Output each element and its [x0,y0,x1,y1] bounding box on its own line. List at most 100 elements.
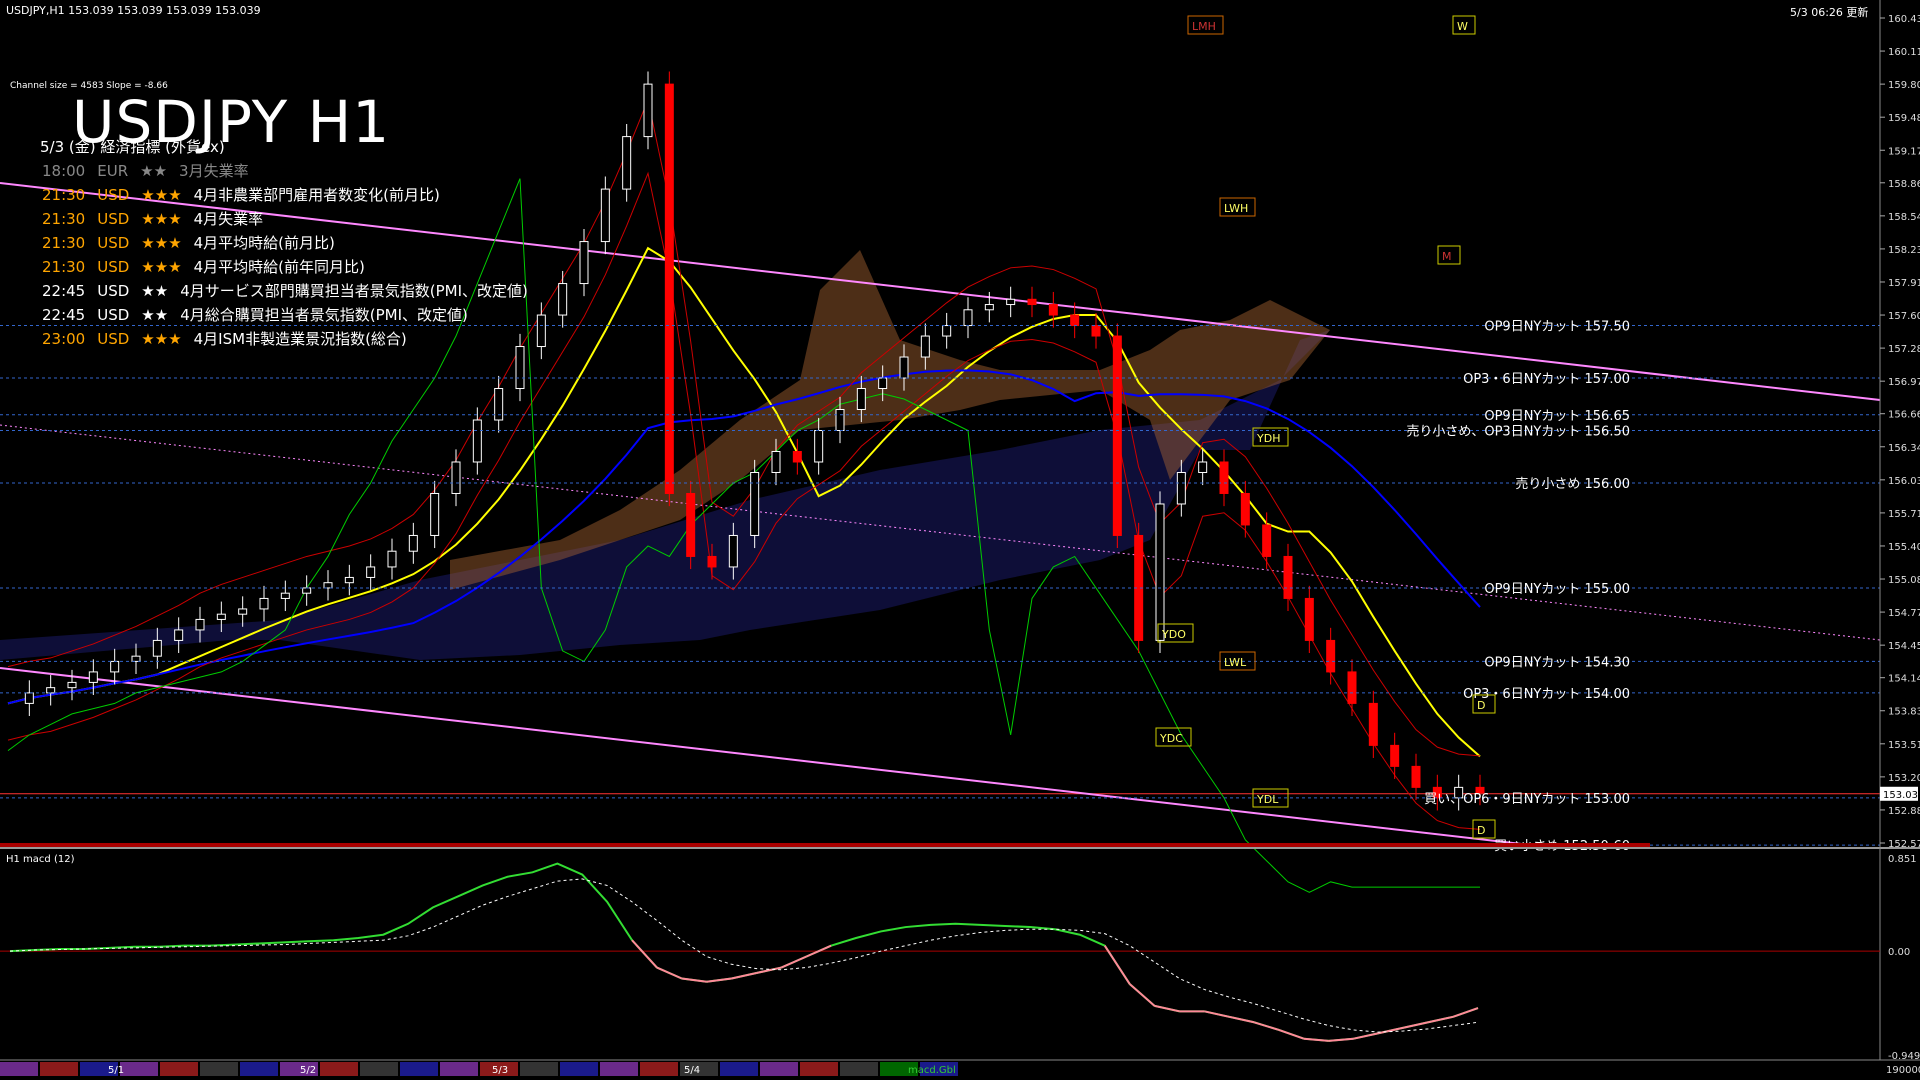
update-time: 5/3 06:26 更新 [1790,6,1869,19]
candle-body [131,655,141,662]
news-event: 4月失業率 [193,210,264,228]
marker-label: W [1457,20,1468,33]
bottom-bar-segment [120,1062,158,1076]
y-tick-label: 160.430 [1888,14,1920,25]
candle-body [814,430,824,463]
date-label: 5/4 [684,1065,700,1076]
news-stars: ★★ [141,306,169,324]
candle-body [238,608,248,615]
news-time: 22:45 [42,282,86,300]
candle-body [878,377,888,390]
y-tick-label: 154.770 [1888,608,1920,619]
symbol-info: USDJPY,H1 153.039 153.039 153.039 153.03… [6,4,261,17]
news-stars: ★★ [140,162,168,180]
candle-body [1091,325,1101,337]
marker-label: D [1477,824,1485,837]
y-tick-label: 157.915 [1888,278,1920,289]
candle-body [942,325,952,337]
news-row: 21:30 USD ★★★ 4月平均時給(前月比) [42,232,347,253]
news-currency: EUR [97,162,129,180]
y-tick-label: 155.400 [1888,542,1920,553]
news-row: 22:45 USD ★★ 4月サービス部門購買担当者景気指数(PMI、改定値) [42,280,540,301]
news-time: 21:30 [42,234,86,252]
news-currency: USD [97,258,130,276]
panel-separator-red [0,843,1650,847]
news-event: 4月平均時給(前月比) [193,234,335,252]
bottom-bar-segment [40,1062,78,1076]
level-label: OP9日NYカット 155.00 [1484,582,1630,597]
marker-label: M [1442,250,1452,263]
candle-body [1176,471,1186,505]
candle-body [1283,555,1293,599]
marker-label: YDL [1256,793,1279,806]
news-currency: USD [97,330,130,348]
news-currency: USD [97,234,130,252]
news-stars: ★★★ [141,258,182,276]
bottom-bar-segment [760,1062,798,1076]
candle-body [515,346,525,390]
y-tick-label: 153.200 [1888,773,1920,784]
bottom-bar-segment [320,1062,358,1076]
candle-body [750,471,760,536]
y-tick-label: 158.860 [1888,179,1920,190]
news-stars: ★★★ [141,210,182,228]
bottom-bar-segment [200,1062,238,1076]
marker-label: YDH [1256,432,1280,445]
news-subtitle: 5/3 (金) 経済指標 (外貨ex) [40,138,225,156]
date-label: 5/2 [300,1065,316,1076]
y-tick-label: 156.345 [1888,443,1920,454]
bottom-bar-segment [640,1062,678,1076]
news-time: 23:00 [42,330,86,348]
news-row: 23:00 USD ★★★ 4月ISM非製造業景況指数(総合) [42,328,419,349]
candle-body [835,409,845,431]
news-event: 4月サービス部門購買担当者景気指数(PMI、改定値) [180,282,528,300]
news-event: 4月ISM非製造業景況指数(総合) [193,330,407,348]
bottom-bar-segment [240,1062,278,1076]
candle-body [408,534,418,552]
candle-body [622,136,632,190]
candle-body [558,283,568,316]
candle-body [1390,744,1400,767]
news-time: 21:30 [42,210,86,228]
candle-body [302,587,312,594]
candle-body [771,450,781,473]
date-label: 5/3 [492,1065,508,1076]
candle-body [1006,298,1016,306]
candle-body [387,550,397,568]
bottom-bar-segment [400,1062,438,1076]
candle-body [216,613,226,620]
news-stars: ★★★ [141,330,182,348]
y-tick-label: 159.800 [1888,80,1920,91]
news-currency: USD [97,282,130,300]
candle-body [88,671,98,683]
candle-body [1070,314,1080,327]
news-row: 21:30 USD ★★★ 4月失業率 [42,208,275,229]
level-label: 買い、OP6・9日NYカット 153.00 [1424,792,1630,807]
date-label: 5/1 [108,1065,124,1076]
bottom-bar-segment [0,1062,38,1076]
candle-body [1048,304,1058,316]
candle-body [1411,765,1421,788]
y-tick-label: 157.285 [1888,344,1920,355]
candle-body [430,492,440,536]
marker-label: YDO [1161,628,1186,641]
candle-body [1326,639,1336,673]
candle-body [1240,492,1250,526]
candle-body [472,419,482,463]
news-row: 18:00 EUR ★★ 3月失業率 [42,160,261,181]
marker-label: LWL [1224,656,1247,669]
news-row: 22:45 USD ★★ 4月総合購買担当者景気指数(PMI、改定値) [42,304,480,325]
y-tick-label: 154.145 [1888,674,1920,685]
candle-body [259,597,269,610]
macd-tick-label: 0.851 [1888,854,1917,865]
candle-body [451,461,461,494]
candle-body [792,450,802,463]
candle-body [46,687,56,694]
news-time: 21:30 [42,258,86,276]
candle-body [280,592,290,599]
candle-body [963,309,973,327]
candle-body [536,314,546,348]
candle-body [686,492,696,557]
news-event: 4月総合購買担当者景気指数(PMI、改定値) [180,306,468,324]
y-tick-label: 157.600 [1888,311,1920,322]
